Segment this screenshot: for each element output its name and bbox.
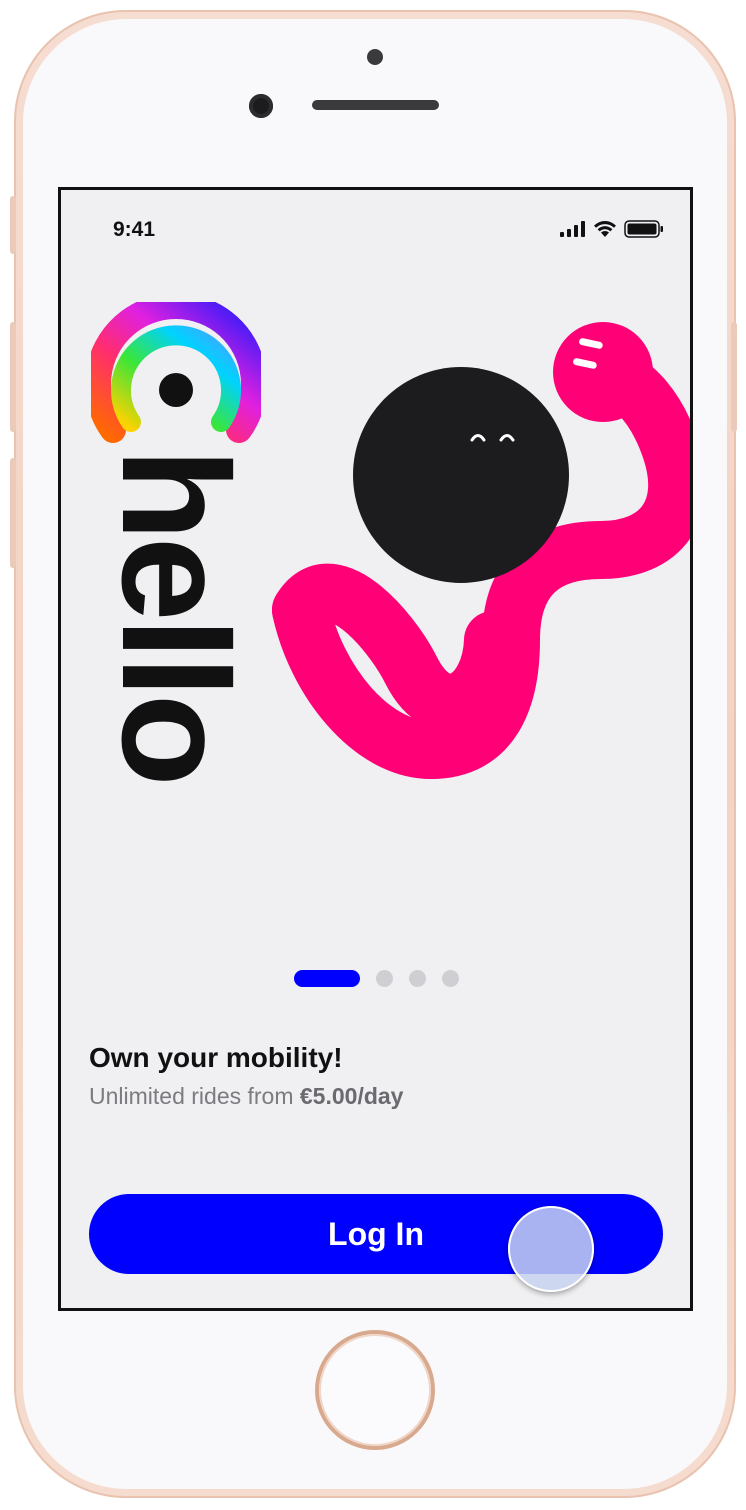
proximity-sensor	[367, 49, 383, 65]
onboarding-headline: Own your mobility!	[89, 1042, 343, 1073]
app-screen: 9:41 hello Own your mobility! Unlimited …	[58, 187, 693, 1311]
earpiece-speaker	[312, 100, 439, 110]
home-button[interactable]	[319, 1334, 431, 1446]
battery-icon	[624, 220, 663, 238]
subline-price: €5.00/day	[299, 1083, 404, 1109]
chello-logo-icon	[91, 302, 261, 443]
pagination-dot-2[interactable]	[376, 970, 393, 987]
onboarding-subline: Unlimited rides from €5.00/day	[89, 1083, 403, 1110]
power-button	[731, 322, 737, 432]
carousel-pagination	[294, 970, 459, 987]
status-icons	[560, 220, 664, 238]
cellular-signal-icon	[560, 221, 585, 237]
pagination-dot-3[interactable]	[409, 970, 426, 987]
volume-down-button	[10, 458, 16, 568]
wifi-icon	[594, 221, 616, 237]
pagination-dot-1[interactable]	[294, 970, 360, 987]
status-time: 9:41	[113, 218, 156, 241]
front-camera-icon	[249, 94, 273, 118]
brand-wordmark: hello	[90, 448, 260, 783]
pagination-dot-4[interactable]	[442, 970, 459, 987]
mute-switch	[10, 196, 16, 254]
touch-indicator	[508, 1206, 594, 1292]
mascot-illustration	[272, 322, 690, 780]
volume-up-button	[10, 322, 16, 432]
subline-text: Unlimited rides from	[89, 1083, 300, 1109]
